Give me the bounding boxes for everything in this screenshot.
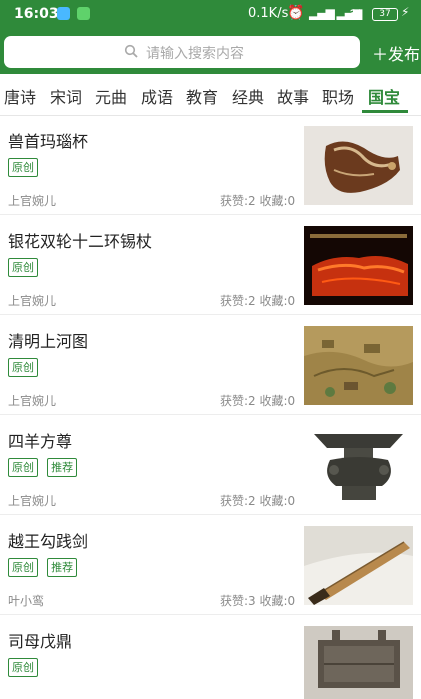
tag-original: 原创 xyxy=(8,458,38,477)
item-stats: 获赞:2 收藏:0 xyxy=(220,494,296,508)
tab-workplace[interactable]: 职场 xyxy=(322,84,354,108)
search-icon xyxy=(124,44,138,58)
item-author[interactable]: 上官婉儿 xyxy=(8,392,56,409)
notification-app-icon-2 xyxy=(77,7,90,20)
tab-song-ci[interactable]: 宋词 xyxy=(50,84,82,108)
category-tabs: 唐诗 宋词 元曲 成语 教育 经典 故事 职场 国宝 xyxy=(0,74,421,116)
item-thumbnail xyxy=(304,226,413,305)
list-item[interactable]: 银花双轮十二环锡杖 原创 上官婉儿 获赞:2 收藏:0 xyxy=(0,216,421,315)
item-stats: 获赞:2 收藏:0 xyxy=(220,394,296,408)
item-thumbnail xyxy=(304,126,413,205)
item-title: 银花双轮十二环锡杖 xyxy=(8,232,153,251)
item-tags: 原创 xyxy=(8,358,42,378)
search-input[interactable]: 请输入搜索内容 xyxy=(4,36,360,68)
app-header: 16:03 0.1K/s ⏰ ▂▄▆ ▂▄▆ ≋ 37 ⚡ 请输入搜索内容 ＋发… xyxy=(0,0,421,74)
item-author[interactable]: 叶小鸾 xyxy=(8,592,44,609)
tab-classics[interactable]: 经典 xyxy=(232,84,264,108)
item-author[interactable]: 上官婉儿 xyxy=(8,492,56,509)
item-stats: 获赞:3 收藏:0 xyxy=(220,594,296,608)
item-tags: 原创 推荐 xyxy=(8,458,81,478)
tag-original: 原创 xyxy=(8,558,38,577)
tag-original: 原创 xyxy=(8,658,38,677)
item-tags: 原创 xyxy=(8,258,42,278)
battery-icon: 37 xyxy=(372,8,398,21)
active-tab-indicator xyxy=(362,110,408,113)
publish-button[interactable]: ＋发布 xyxy=(372,41,420,65)
list-item[interactable]: 司母戊鼎 原创 xyxy=(0,616,421,699)
search-placeholder: 请输入搜索内容 xyxy=(146,46,244,62)
tab-tang-poetry[interactable]: 唐诗 xyxy=(4,84,36,108)
list-item[interactable]: 清明上河图 原创 上官婉儿 获赞:2 收藏:0 xyxy=(0,316,421,415)
item-tags: 原创 xyxy=(8,158,42,178)
list-item[interactable]: 越王勾践剑 原创 推荐 叶小鸾 获赞:3 收藏:0 xyxy=(0,516,421,615)
item-stats: 获赞:2 收藏:0 xyxy=(220,294,296,308)
item-title: 越王勾践剑 xyxy=(8,532,89,551)
tab-yuan-qu[interactable]: 元曲 xyxy=(95,84,127,108)
tag-original: 原创 xyxy=(8,358,38,377)
list-item[interactable]: 四羊方尊 原创 推荐 上官婉儿 获赞:2 收藏:0 xyxy=(0,416,421,515)
tab-education[interactable]: 教育 xyxy=(186,84,218,108)
charging-icon: ⚡ xyxy=(401,5,410,19)
tab-stories[interactable]: 故事 xyxy=(277,84,309,108)
item-author[interactable]: 上官婉儿 xyxy=(8,192,56,209)
item-title: 兽首玛瑙杯 xyxy=(8,132,89,151)
item-thumbnail xyxy=(304,526,413,605)
list-item[interactable]: 兽首玛瑙杯 原创 上官婉儿 获赞:2 收藏:0 xyxy=(0,116,421,215)
item-title: 四羊方尊 xyxy=(8,432,73,451)
item-tags: 原创 xyxy=(8,658,42,678)
item-title: 司母戊鼎 xyxy=(8,632,73,651)
status-time: 16:03 xyxy=(14,6,59,22)
tag-recommended: 推荐 xyxy=(47,458,78,477)
tag-original: 原创 xyxy=(8,158,38,177)
item-author[interactable]: 上官婉儿 xyxy=(8,292,56,309)
wifi-icon: ≋ xyxy=(349,4,362,22)
status-bar: 16:03 0.1K/s ⏰ ▂▄▆ ▂▄▆ ≋ 37 ⚡ xyxy=(0,0,421,28)
notification-app-icon xyxy=(57,7,70,20)
network-speed: 0.1K/s xyxy=(248,6,289,21)
tab-national-treasure[interactable]: 国宝 xyxy=(368,84,400,108)
item-thumbnail xyxy=(304,626,413,699)
tab-idioms[interactable]: 成语 xyxy=(141,84,173,108)
article-list: 兽首玛瑙杯 原创 上官婉儿 获赞:2 收藏:0 银花双轮十二环锡杖 原创 上官婉… xyxy=(0,116,421,699)
item-title: 清明上河图 xyxy=(8,332,89,351)
item-thumbnail xyxy=(304,426,413,505)
tag-original: 原创 xyxy=(8,258,38,277)
alarm-icon: ⏰ xyxy=(287,5,305,21)
item-stats: 获赞:2 收藏:0 xyxy=(220,194,296,208)
item-tags: 原创 推荐 xyxy=(8,558,81,578)
item-thumbnail xyxy=(304,326,413,405)
tag-recommended: 推荐 xyxy=(47,558,78,577)
